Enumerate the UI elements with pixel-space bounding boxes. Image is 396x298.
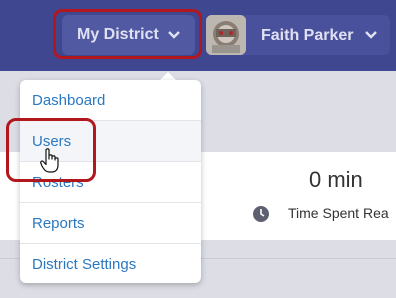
chevron-down-icon — [365, 31, 377, 39]
menu-item-dashboard[interactable]: Dashboard — [20, 80, 201, 121]
menu-item-district-settings[interactable]: District Settings — [20, 244, 201, 285]
time-spent-value: 0 min — [309, 167, 363, 192]
menu-item-label: Dashboard — [32, 92, 106, 109]
menu-item-label: District Settings — [32, 256, 137, 273]
menu-item-label: Reports — [32, 215, 85, 232]
menu-item-reports[interactable]: Reports — [20, 203, 201, 244]
clock-icon — [253, 206, 269, 222]
time-spent-label: Time Spent Rea — [288, 205, 389, 221]
user-name: Faith Parker — [261, 27, 354, 44]
highlight-district-annotation — [53, 9, 202, 59]
avatar — [206, 15, 246, 55]
hand-pointer-icon — [40, 148, 59, 173]
